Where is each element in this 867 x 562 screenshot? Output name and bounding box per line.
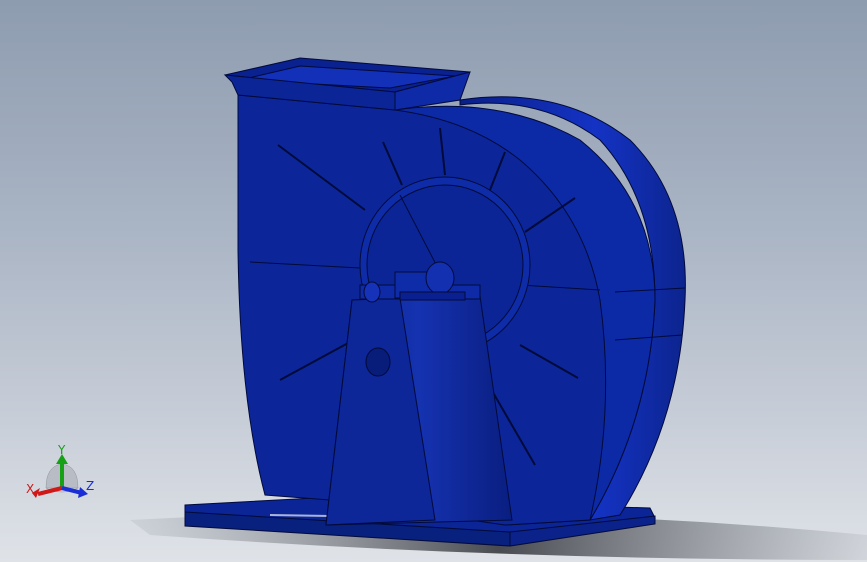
y-axis-label: Y xyxy=(58,443,66,457)
z-axis-label: Z xyxy=(86,479,95,493)
x-axis-arrow xyxy=(32,486,63,498)
x-axis-label: X xyxy=(26,482,35,496)
centrifugal-fan-model[interactable] xyxy=(0,0,867,562)
pedestal-hole xyxy=(365,347,391,377)
3d-viewport[interactable]: X Y Z xyxy=(0,0,867,562)
z-axis-arrow xyxy=(61,486,88,498)
bearing-pedestal xyxy=(325,295,513,526)
